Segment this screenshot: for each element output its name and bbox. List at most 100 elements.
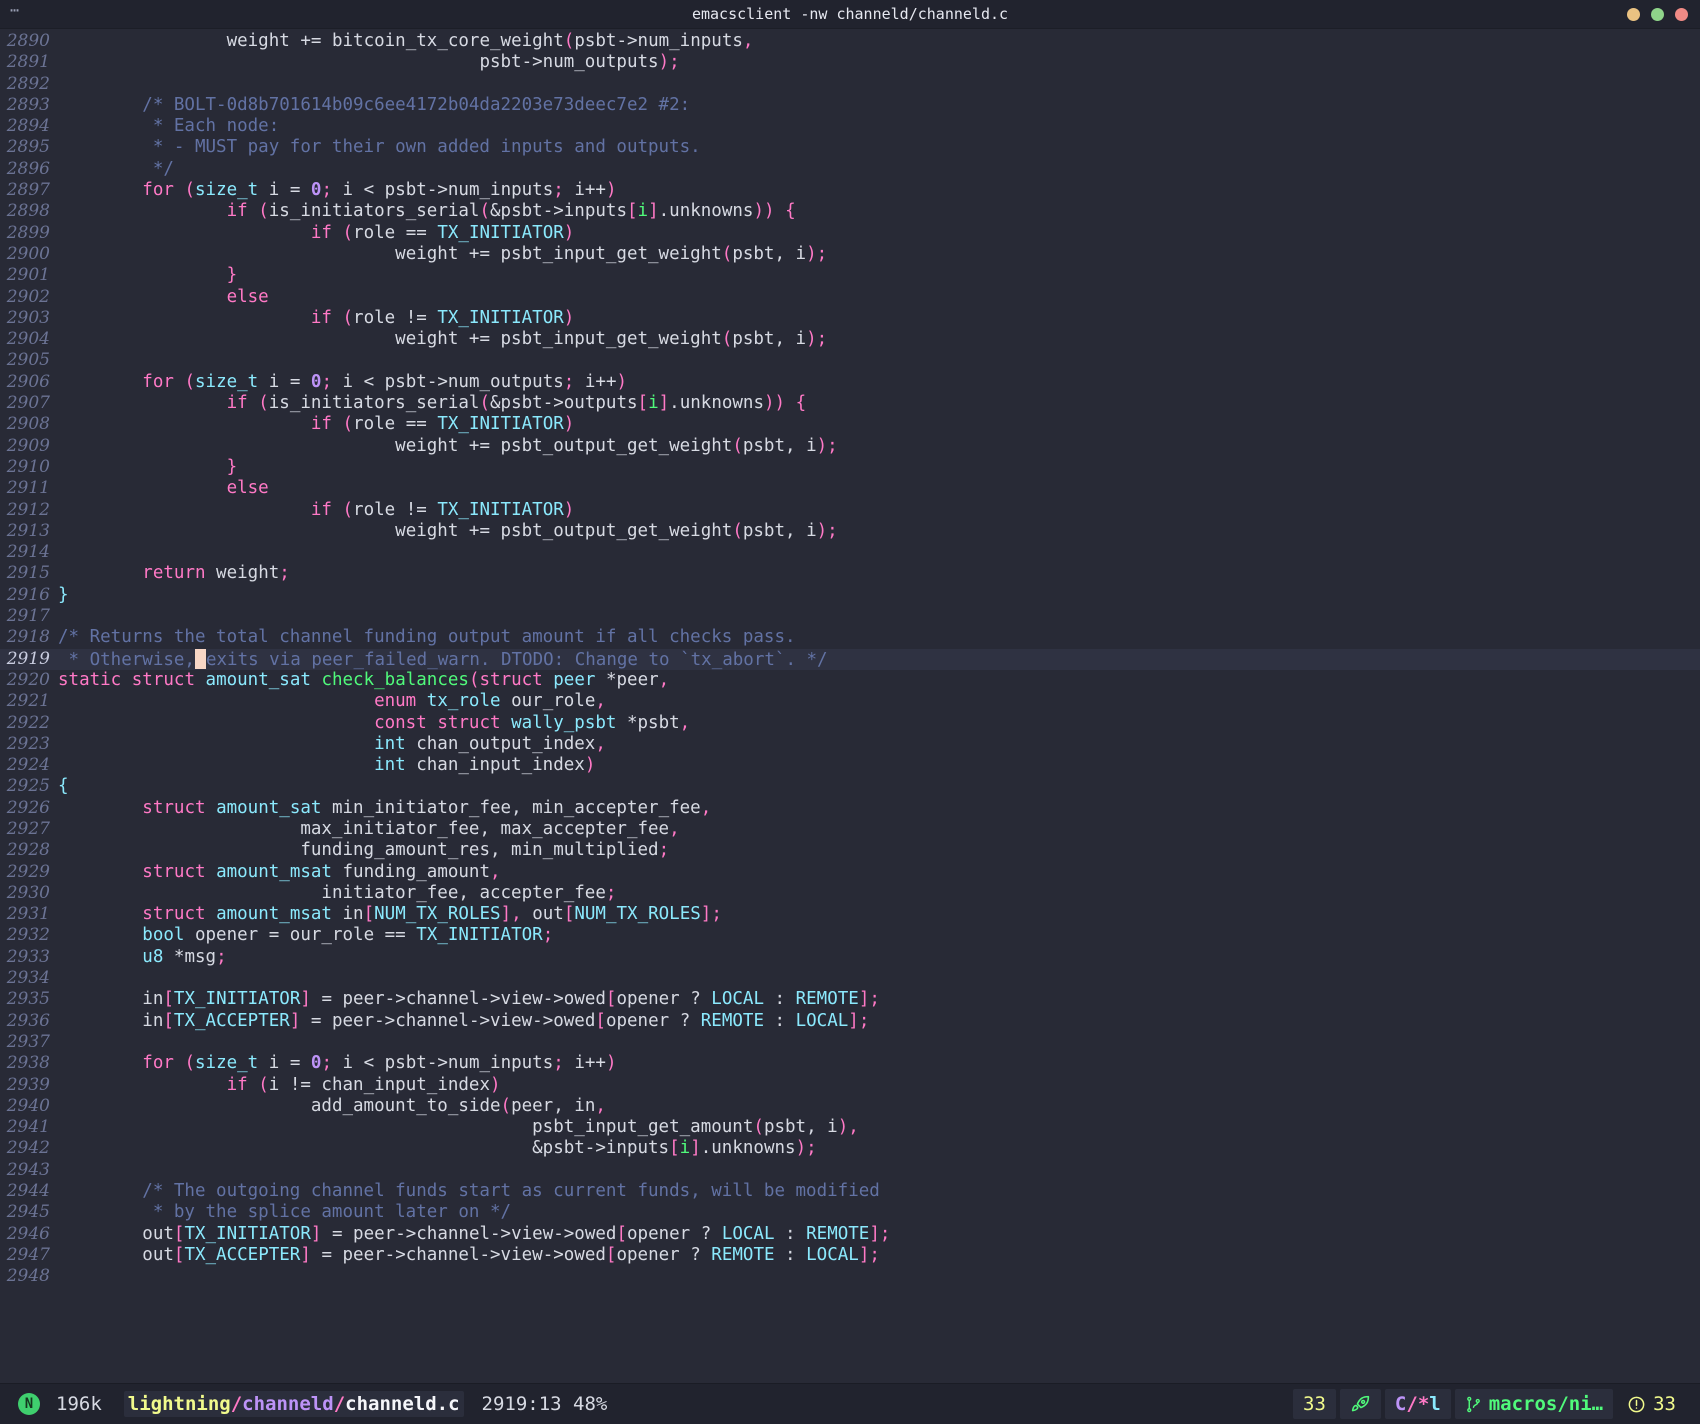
git-branch[interactable]: macros/ni… [1454,1389,1614,1419]
code-line[interactable]: 2915 return weight; [0,563,1700,584]
code-token: ( [184,180,195,201]
code-token: role == [353,222,438,243]
code-line-text: if (i != chan_input_index) [58,1075,501,1096]
code-line[interactable]: 2943 [0,1160,1700,1181]
rocket-icon[interactable] [1339,1389,1381,1419]
code-line[interactable]: 2936 in[TX_ACCEPTER] = peer->channel->vi… [0,1011,1700,1032]
code-line[interactable]: 2927 max_initiator_fee, max_accepter_fee… [0,819,1700,840]
code-line[interactable]: 2938 for (size_t i = 0; i < psbt->num_in… [0,1053,1700,1074]
code-line[interactable]: 2906 for (size_t i = 0; i < psbt->num_ou… [0,372,1700,393]
code-line[interactable]: 2918 /* Returns the total channel funding… [0,627,1700,648]
code-line[interactable]: 2928 funding_amount_res, min_multiplied; [0,840,1700,861]
code-token: opener ? [605,1010,701,1031]
code-line[interactable]: 2932 bool opener = our_role == TX_INITIA… [0,925,1700,946]
code-token: role != [353,307,438,328]
code-line[interactable]: 2945 * by the splice amount later on */ [0,1202,1700,1223]
code-line[interactable]: 2892 [0,74,1700,95]
code-line[interactable]: 2912 if (role != TX_INITIATOR) [0,500,1700,521]
code-line[interactable]: 2931 struct amount_msat in[NUM_TX_ROLES]… [0,904,1700,925]
code-buffer[interactable]: 2890 weight += bitcoin_tx_core_weight(ps… [0,29,1700,1383]
code-token: ; [816,243,828,264]
code-line[interactable]: 2919 * Otherwise, exits via peer_failed_w… [0,648,1700,670]
code-line[interactable]: 2925 { [0,776,1700,797]
code-line[interactable]: 2921 enum tx_role our_role, [0,691,1700,712]
ellipsis-icon[interactable]: ⋯ [10,3,20,23]
code-token: TX_INITIATOR [416,925,543,946]
code-line[interactable]: 2910 } [0,457,1700,478]
minimize-button[interactable] [1627,7,1640,21]
code-line[interactable]: 2946 out[TX_INITIATOR] = peer->channel->… [0,1224,1700,1245]
code-line-text: * - MUST pay for their own added inputs … [58,137,701,158]
code-line[interactable]: 2914 [0,542,1700,563]
code-line[interactable]: 2939 if (i != chan_input_index) [0,1075,1700,1096]
code-line[interactable]: 2897 for (size_t i = 0; i < psbt->num_in… [0,180,1700,201]
code-line[interactable]: 2891 psbt->num_outputs); [0,52,1700,73]
code-line[interactable]: 2934 [0,968,1700,989]
code-line[interactable]: 2901 } [0,265,1700,286]
code-token: ; [658,840,670,861]
code-line[interactable]: 2899 if (role == TX_INITIATOR) [0,223,1700,244]
code-line[interactable]: 2917 [0,606,1700,627]
code-line[interactable]: 2926 struct amount_sat min_initiator_fee… [0,798,1700,819]
line-number: 2900 [6,243,50,264]
code-token: struct [437,712,501,733]
code-line[interactable]: 2929 struct amount_msat funding_amount, [0,862,1700,883]
code-line[interactable]: 2907 if (is_initiators_serial(&psbt->out… [0,393,1700,414]
code-line[interactable]: 2933 u8 *msg; [0,947,1700,968]
code-token: peer [553,669,596,690]
code-line[interactable]: 2916} [0,585,1700,606]
right-count[interactable]: 33 [1293,1389,1336,1419]
code-token: ] [690,1138,701,1159]
code-line-text: /* Returns the total channel funding out… [58,627,796,648]
code-line[interactable]: 2905 [0,350,1700,371]
code-line[interactable]: 2920 static struct amount_sat check_balan… [0,670,1700,691]
code-line[interactable]: 2941 psbt_input_get_amount(psbt, i), [0,1117,1700,1138]
code-line-text: out[TX_ACCEPTER] = peer->channel->view->… [58,1245,880,1266]
code-line[interactable]: 2894 * Each node: [0,116,1700,137]
code-line[interactable]: 2923 int chan_output_index, [0,734,1700,755]
code-line[interactable]: 2904 weight += psbt_input_get_weight(psb… [0,329,1700,350]
code-token: , [595,1095,606,1116]
code-line[interactable]: 2896 */ [0,159,1700,180]
code-line-text: struct amount_msat funding_amount, [58,862,500,883]
buffer-path[interactable]: lightning/channeld/channeld.c [123,1391,464,1417]
line-number: 2894 [6,116,50,137]
code-line[interactable]: 2893 /* BOLT-0d8b701614b09c6ee4172b04da2… [0,95,1700,116]
code-line[interactable]: 2944 /* The outgoing channel funds start… [0,1181,1700,1202]
code-line[interactable]: 2902 else [0,287,1700,308]
code-line[interactable]: 2898 if (is_initiators_serial(&psbt->inp… [0,201,1700,222]
major-mode[interactable]: C/* l [1384,1389,1451,1419]
code-line[interactable]: 2947 out[TX_ACCEPTER] = peer->channel->v… [0,1245,1700,1266]
code-token: i [648,393,659,414]
code-line[interactable]: 2940 add_amount_to_side(peer, in, [0,1096,1700,1117]
code-token: ] [300,989,311,1010]
code-line[interactable]: 2937 [0,1032,1700,1053]
code-line[interactable]: 2890 weight += bitcoin_tx_core_weight(ps… [0,31,1700,52]
code-line[interactable]: 2942 &psbt->inputs[i].unknowns); [0,1138,1700,1159]
code-line[interactable]: 2909 weight += psbt_output_get_weight(ps… [0,436,1700,457]
code-line[interactable]: 2911 else [0,478,1700,499]
code-line[interactable]: 2913 weight += psbt_output_get_weight(ps… [0,521,1700,542]
warning-indicator[interactable]: 33 [1617,1389,1686,1419]
window-menu-button[interactable]: ⋯ [10,0,20,28]
close-button[interactable] [1675,7,1688,21]
code-line[interactable]: 2924 int chan_input_index) [0,755,1700,776]
code-token: for [142,180,174,201]
code-line[interactable]: 2908 if (role == TX_INITIATOR) [0,414,1700,435]
code-line[interactable]: 2930 initiator_fee, accepter_fee; [0,883,1700,904]
code-line[interactable]: 2895 * - MUST pay for their own added in… [0,137,1700,158]
code-token: int [374,733,406,754]
code-line[interactable]: 2903 if (role != TX_INITIATOR) [0,308,1700,329]
maximize-button[interactable] [1651,7,1664,21]
code-line[interactable]: 2900 weight += psbt_input_get_weight(psb… [0,244,1700,265]
code-line[interactable]: 2948 [0,1266,1700,1287]
code-token: * Otherwise, [58,649,195,670]
code-line-text: if (is_initiators_serial(&psbt->outputs[… [58,393,807,414]
code-line[interactable]: 2935 in[TX_INITIATOR] = peer->channel->v… [0,989,1700,1010]
code-line[interactable]: 2922 const struct wally_psbt *psbt, [0,713,1700,734]
